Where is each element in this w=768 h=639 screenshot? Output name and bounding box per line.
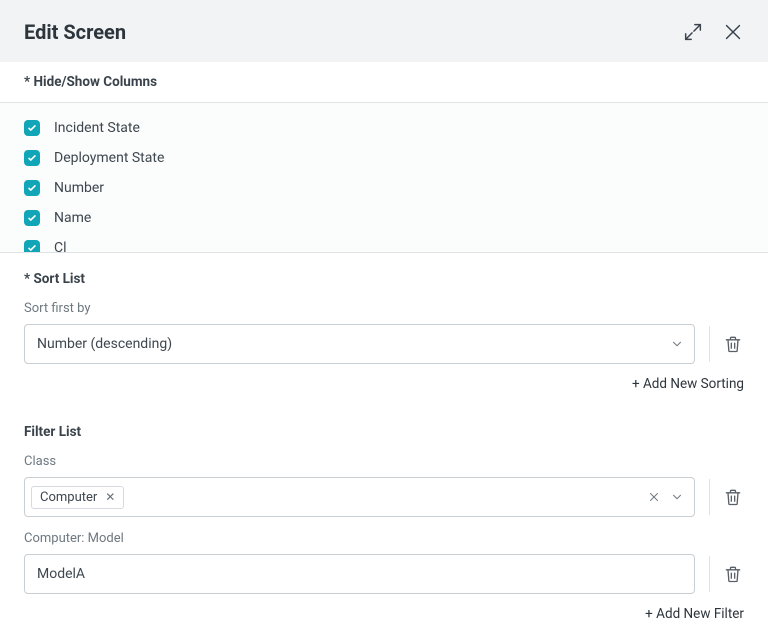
filter-model-label: Computer: Model [24,517,744,554]
divider [709,479,710,515]
sort-first-label: Sort first by [24,295,744,324]
close-icon[interactable] [722,21,744,43]
column-row-name[interactable]: Name [24,203,744,233]
checkbox-icon[interactable] [24,210,40,226]
column-label: Cl [54,240,67,253]
chip-label: Computer [40,490,97,505]
chip-remove-icon[interactable]: ✕ [105,490,115,504]
column-label: Number [54,180,104,196]
column-row-incident-state[interactable]: Incident State [24,113,744,143]
sort-first-row: Number (descending) [24,324,744,364]
column-label: Deployment State [54,150,164,166]
filter-model-row: ModelA [24,554,744,594]
sort-heading: * Sort List [24,267,744,295]
trash-icon[interactable] [722,333,744,355]
add-filter-link[interactable]: + Add New Filter [24,594,744,630]
filter-heading: Filter List [24,420,744,448]
column-row-deployment-state[interactable]: Deployment State [24,143,744,173]
divider [709,556,710,592]
checkbox-icon[interactable] [24,120,40,136]
add-sorting-link[interactable]: + Add New Sorting [24,364,744,400]
checkbox-icon[interactable] [24,150,40,166]
filter-section: Filter List Class Computer ✕ [0,406,768,630]
chevron-down-icon [670,337,684,351]
header-actions [682,21,744,43]
column-row-number[interactable]: Number [24,173,744,203]
clear-icon[interactable] [648,491,660,503]
columns-heading: * Hide/Show Columns [0,62,768,103]
column-row-cl[interactable]: Cl [24,233,744,253]
checkbox-icon[interactable] [24,180,40,196]
sort-section: * Sort List Sort first by Number (descen… [0,253,768,400]
column-label: Incident State [54,120,140,136]
divider [709,326,710,362]
filter-class-chip-wrap: Computer ✕ [31,486,648,509]
sort-first-value: Number (descending) [37,336,670,352]
trash-icon[interactable] [722,486,744,508]
expand-icon[interactable] [682,21,704,43]
trash-icon[interactable] [722,563,744,585]
page-title: Edit Screen [24,20,126,44]
column-label: Name [54,210,91,226]
filter-class-select[interactable]: Computer ✕ [24,477,695,517]
filter-class-row: Computer ✕ [24,477,744,517]
checkbox-icon[interactable] [24,240,40,253]
filter-model-value: ModelA [37,566,85,582]
filter-class-label: Class [24,448,744,477]
filter-class-chip[interactable]: Computer ✕ [31,486,124,509]
filter-model-input[interactable]: ModelA [24,554,695,594]
columns-list: Incident State Deployment State Number N… [0,103,768,253]
sort-first-select[interactable]: Number (descending) [24,324,695,364]
chevron-down-icon [670,490,684,504]
modal-header: Edit Screen [0,0,768,62]
